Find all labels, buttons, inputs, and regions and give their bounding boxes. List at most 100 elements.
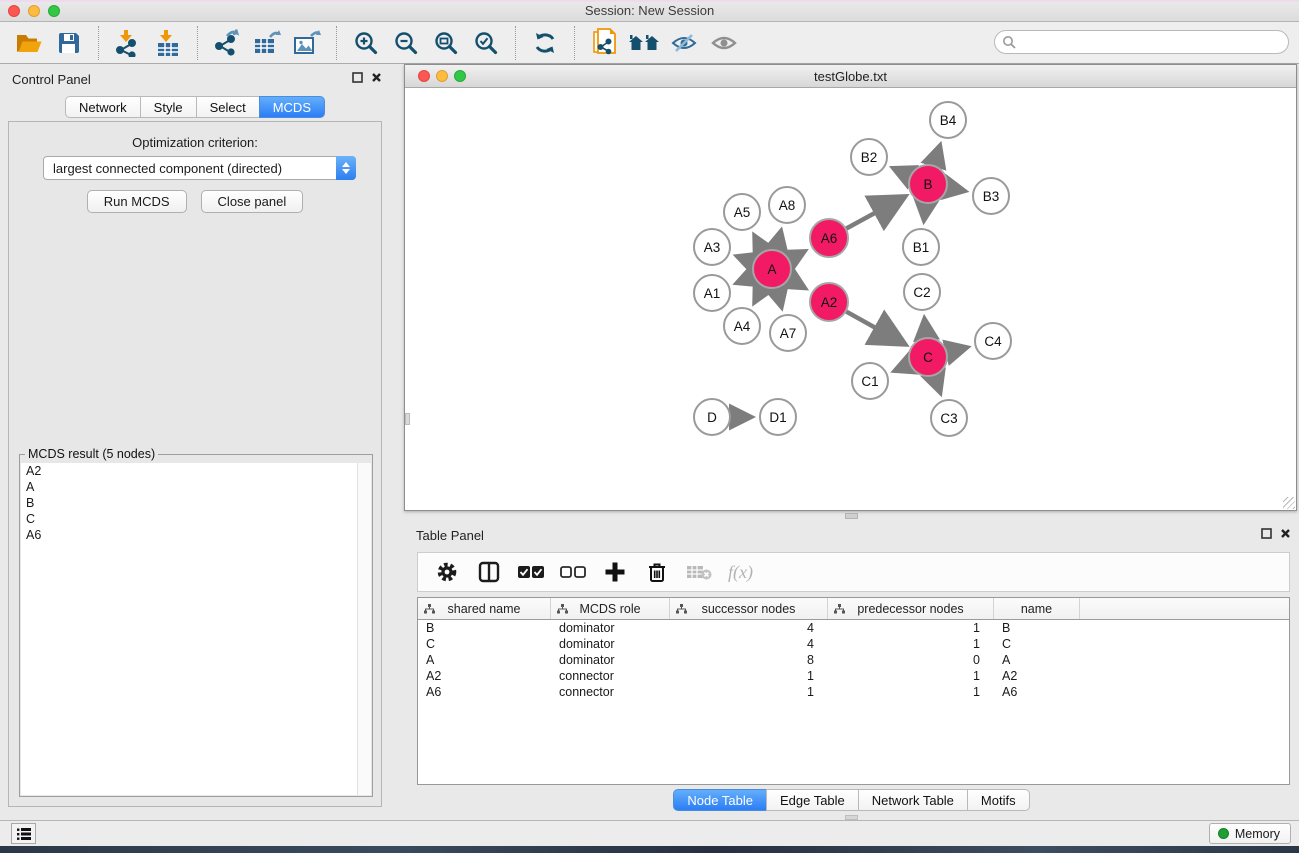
graph-node-C2[interactable]: C2 — [903, 273, 941, 311]
hide-panels-icon[interactable] — [664, 27, 704, 59]
memory-button[interactable]: Memory — [1209, 823, 1291, 844]
edge-C-C4[interactable] — [946, 347, 967, 352]
close-panel-icon[interactable] — [371, 72, 382, 83]
cell-successor-nodes[interactable]: 1 — [670, 685, 828, 699]
cell-predecessor-nodes[interactable]: 1 — [828, 669, 994, 683]
edge-A-A8[interactable] — [776, 230, 781, 250]
edge-C-C3[interactable] — [934, 375, 940, 393]
close-panel-button[interactable]: Close panel — [201, 190, 304, 213]
graph-node-D1[interactable]: D1 — [759, 398, 797, 436]
network-canvas[interactable]: B4B2BB3A8A5A6A3B1AA1C2A2A4A7C4CC1DD1C3 — [405, 88, 1296, 510]
graph-node-A3[interactable]: A3 — [693, 228, 731, 266]
graph-node-A8[interactable]: A8 — [768, 186, 806, 224]
function-builder-icon[interactable]: f(x) — [728, 562, 753, 583]
graph-node-A5[interactable]: A5 — [723, 193, 761, 231]
column-header-MCDS-role[interactable]: MCDS role — [551, 598, 670, 619]
close-table-panel-icon[interactable] — [1280, 528, 1291, 539]
select-all-icon[interactable] — [518, 559, 544, 585]
result-list-item[interactable]: A6 — [21, 527, 371, 543]
show-panels-icon[interactable] — [704, 27, 744, 59]
search-input[interactable] — [1020, 32, 1288, 52]
graph-node-A7[interactable]: A7 — [769, 314, 807, 352]
tab-motifs[interactable]: Motifs — [967, 789, 1030, 811]
graph-node-C4[interactable]: C4 — [974, 322, 1012, 360]
deselect-all-icon[interactable] — [560, 559, 586, 585]
result-list-item[interactable]: B — [21, 495, 371, 511]
run-mcds-button[interactable]: Run MCDS — [87, 190, 187, 213]
cell-MCDS-role[interactable]: connector — [551, 685, 670, 699]
result-list-item[interactable]: A2 — [21, 463, 371, 479]
cell-shared-name[interactable]: A6 — [418, 685, 551, 699]
zoom-out-icon[interactable] — [386, 27, 426, 59]
save-session-icon[interactable] — [49, 27, 89, 59]
tab-network[interactable]: Network — [65, 96, 140, 118]
refresh-icon[interactable] — [525, 27, 565, 59]
column-header-name[interactable]: name — [994, 598, 1080, 619]
horizontal-splitter-handle[interactable] — [845, 513, 858, 519]
add-column-icon[interactable] — [602, 559, 628, 585]
edge-A-A5[interactable] — [754, 235, 763, 252]
edge-A6-B[interactable] — [846, 197, 905, 229]
table-row[interactable]: Cdominator41C — [418, 636, 1289, 652]
zoom-selected-icon[interactable] — [466, 27, 506, 59]
cell-predecessor-nodes[interactable]: 0 — [828, 653, 994, 667]
cell-successor-nodes[interactable]: 8 — [670, 653, 828, 667]
result-list-scrollbar[interactable] — [357, 463, 371, 795]
edge-B-B3[interactable] — [947, 188, 966, 192]
cell-successor-nodes[interactable]: 1 — [670, 669, 828, 683]
column-header-predecessor-nodes[interactable]: predecessor nodes — [828, 598, 994, 619]
graph-node-B2[interactable]: B2 — [850, 138, 888, 176]
cell-predecessor-nodes[interactable]: 1 — [828, 637, 994, 651]
cell-name[interactable]: A2 — [994, 669, 1080, 683]
cell-MCDS-role[interactable]: connector — [551, 669, 670, 683]
graph-node-C3[interactable]: C3 — [930, 399, 968, 437]
edge-B-B4[interactable] — [934, 145, 941, 166]
columns-icon[interactable] — [476, 559, 502, 585]
gear-icon[interactable] — [434, 559, 460, 585]
graph-node-A2[interactable]: A2 — [809, 282, 849, 322]
cell-shared-name[interactable]: C — [418, 637, 551, 651]
column-header-shared-name[interactable]: shared name — [418, 598, 551, 619]
tab-edge-table[interactable]: Edge Table — [766, 789, 858, 811]
graph-node-D[interactable]: D — [693, 398, 731, 436]
edge-C-C2[interactable] — [924, 318, 926, 338]
edge-A2-C[interactable] — [846, 311, 905, 344]
export-image-icon[interactable] — [287, 27, 327, 59]
cell-predecessor-nodes[interactable]: 1 — [828, 621, 994, 635]
edge-A-A1[interactable] — [736, 276, 754, 283]
graph-node-C[interactable]: C — [908, 337, 948, 377]
open-session-icon[interactable] — [624, 27, 664, 59]
edge-B-B2[interactable] — [893, 168, 911, 176]
search-field[interactable] — [994, 30, 1289, 54]
cell-name[interactable]: B — [994, 621, 1080, 635]
edge-A-A7[interactable] — [777, 287, 782, 307]
table-row[interactable]: Adominator80A — [418, 652, 1289, 668]
resize-grip-icon[interactable] — [1283, 497, 1295, 509]
cell-shared-name[interactable]: A2 — [418, 669, 551, 683]
cell-successor-nodes[interactable]: 4 — [670, 637, 828, 651]
cell-successor-nodes[interactable]: 4 — [670, 621, 828, 635]
delete-table-icon[interactable] — [686, 559, 712, 585]
new-session-icon[interactable] — [584, 27, 624, 59]
graph-node-B[interactable]: B — [908, 164, 948, 204]
tab-network-table[interactable]: Network Table — [858, 789, 967, 811]
import-table-icon[interactable] — [148, 27, 188, 59]
left-resize-handle[interactable] — [405, 413, 410, 425]
cell-name[interactable]: A6 — [994, 685, 1080, 699]
tab-style[interactable]: Style — [140, 96, 196, 118]
table-row[interactable]: Bdominator41B — [418, 620, 1289, 636]
result-list-item[interactable]: C — [21, 511, 371, 527]
network-window-titlebar[interactable]: testGlobe.txt — [405, 65, 1296, 88]
edge-A-A6[interactable] — [789, 251, 806, 260]
edge-A-A2[interactable] — [788, 279, 805, 289]
cell-shared-name[interactable]: A — [418, 653, 551, 667]
result-list-item[interactable]: A — [21, 479, 371, 495]
graph-node-A4[interactable]: A4 — [723, 307, 761, 345]
cell-name[interactable]: C — [994, 637, 1080, 651]
table-row[interactable]: A2connector11A2 — [418, 668, 1289, 684]
graph-node-A1[interactable]: A1 — [693, 274, 731, 312]
tab-mcds[interactable]: MCDS — [259, 96, 325, 118]
export-table-icon[interactable] — [247, 27, 287, 59]
graph-node-A6[interactable]: A6 — [809, 218, 849, 258]
edge-A-A3[interactable] — [736, 256, 754, 263]
